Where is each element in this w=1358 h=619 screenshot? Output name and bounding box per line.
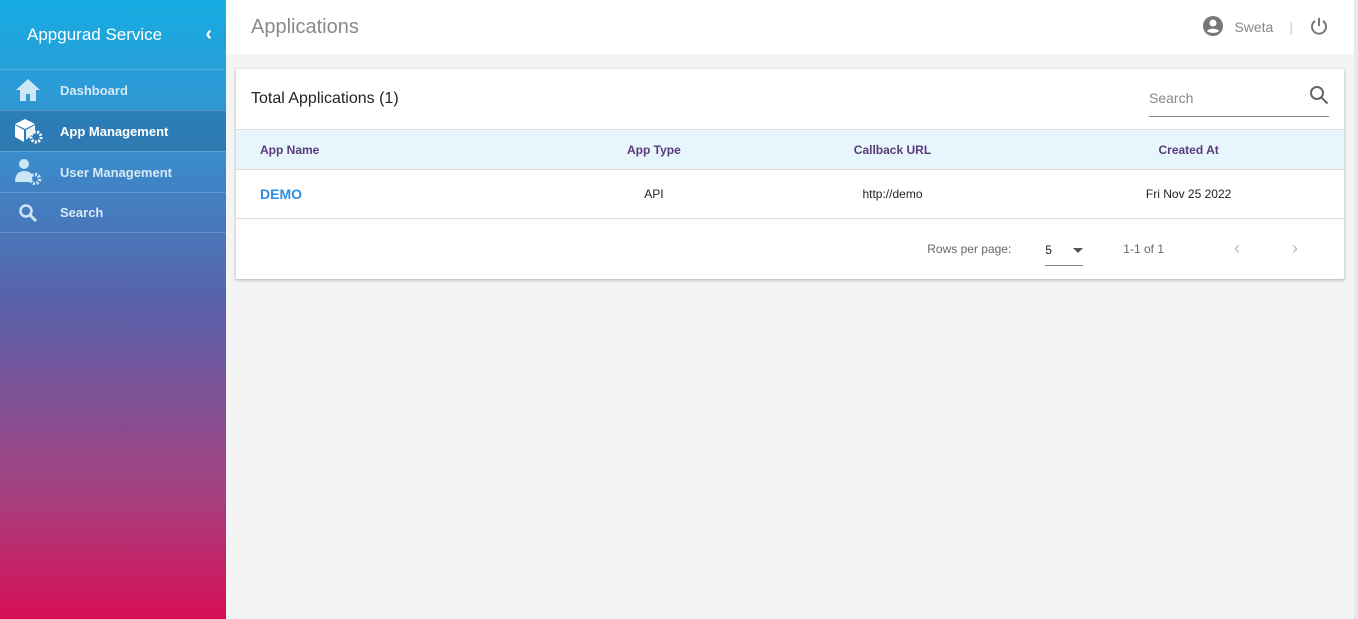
home-icon [0,78,60,102]
search-input[interactable] [1149,89,1289,106]
search-icon[interactable] [1309,85,1329,110]
dropdown-arrow-icon [1073,243,1084,257]
application-count: (1) [379,90,399,107]
sidebar-item-label: Dashboard [60,82,128,98]
title-text: Total Applications [251,90,375,107]
table-header-row: App Name App Type Callback URL Created A… [236,129,1344,170]
sidebar-item-label: App Management [60,123,169,139]
next-page-icon[interactable]: › [1266,238,1324,259]
power-icon[interactable] [1309,16,1329,39]
applications-table: App Name App Type Callback URL Created A… [236,129,1344,219]
sidebar-item-label: User Management [60,164,172,180]
brand: Appgurad Service ‹ [0,0,226,69]
divider: | [1289,19,1293,35]
previous-page-icon[interactable]: ‹ [1208,238,1266,259]
user-area: Sweta | [1202,15,1329,40]
pagination: Rows per page: 5 1-1 of 1 ‹ › [236,219,1344,278]
rows-per-page-select[interactable]: 5 [1045,235,1084,266]
page-range: 1-1 of 1 [1123,241,1164,256]
column-app-name[interactable]: App Name [236,129,556,170]
scrollbar[interactable] [1354,0,1358,619]
rows-per-page-value: 5 [1045,243,1052,257]
callback-url-cell: http://demo [751,169,1034,219]
app-type-cell: API [556,169,752,219]
brand-title: Appgurad Service [27,24,163,44]
total-applications-title: Total Applications (1) [251,90,399,108]
user-name[interactable]: Sweta [1234,19,1273,35]
account-icon[interactable] [1202,15,1224,40]
sidebar-item-dashboard[interactable]: Dashboard [0,69,226,110]
sidebar: Appgurad Service ‹ Dashboard App Managem… [0,0,226,619]
sidebar-item-label: Search [60,205,104,220]
app-name-link[interactable]: DEMO [260,186,302,202]
sidebar-item-app-management[interactable]: App Management [0,110,226,151]
collapse-sidebar-icon[interactable]: ‹ [205,23,212,46]
user-settings-icon [0,158,60,186]
search-box [1149,81,1329,117]
page-title: Applications [251,15,359,38]
rows-per-page-label: Rows per page: [927,241,1012,256]
table-row[interactable]: DEMO API http://demo Fri Nov 25 2022 [236,169,1344,219]
applications-card: Total Applications (1) App Name App Type… [236,69,1344,279]
app-settings-icon [0,118,60,144]
column-callback-url[interactable]: Callback URL [751,129,1034,170]
top-bar: Applications Sweta | [226,0,1354,54]
sidebar-item-user-management[interactable]: User Management [0,151,226,192]
column-app-type[interactable]: App Type [556,129,752,170]
created-at-cell: Fri Nov 25 2022 [1033,169,1344,219]
sidebar-item-search[interactable]: Search [0,192,226,233]
column-created-at[interactable]: Created At [1033,129,1344,170]
search-icon [0,203,60,223]
